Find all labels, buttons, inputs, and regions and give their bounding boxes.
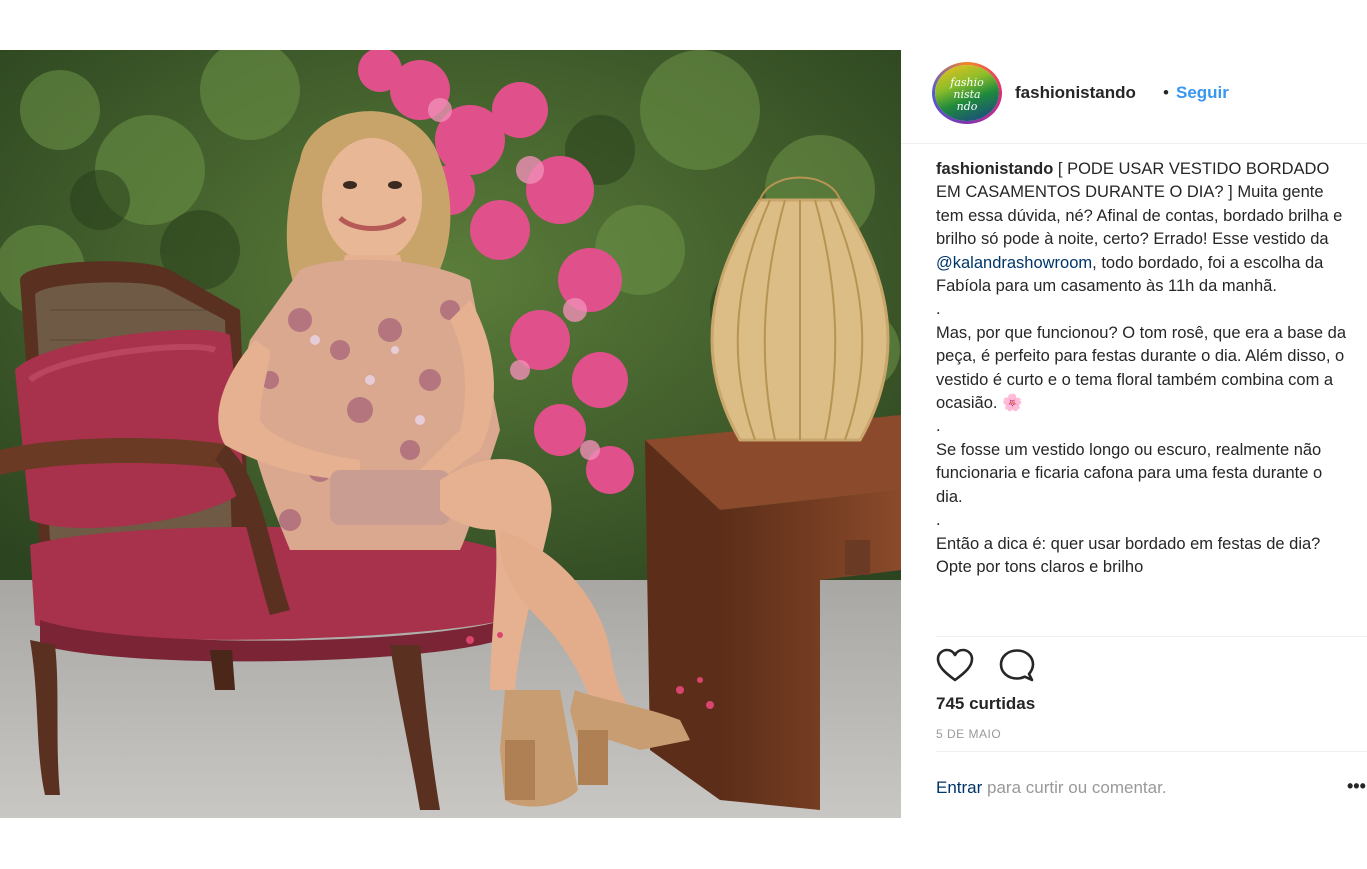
post-header: fashio nista ndo fashionistando • Seguir [901, 50, 1367, 144]
heart-icon[interactable] [936, 648, 974, 684]
caption-separator-3: . [936, 511, 941, 530]
caption-username[interactable]: fashionistando [936, 160, 1053, 178]
caption-separator-2: . [936, 417, 941, 436]
post-photo-illustration [0, 50, 901, 818]
avatar-logo-line-1: fashio [950, 76, 984, 89]
login-prompt: Entrar para curtir ou comentar. [936, 778, 1167, 798]
post-date[interactable]: 5 DE MAIO [936, 727, 1001, 741]
caption-text-2: Mas, por que funcionou? O tom rosê, que … [936, 323, 1346, 413]
caption-paragraph-2: Mas, por que funcionou? O tom rosê, que … [936, 322, 1346, 416]
follow-button[interactable]: Seguir [1176, 83, 1229, 103]
likes-count[interactable]: 745 curtidas [936, 694, 1035, 714]
caption-separator-1: . [936, 300, 941, 319]
avatar-logo-line-3: ndo [956, 100, 978, 113]
instagram-post: fashio nista ndo fashionistando • Seguir… [0, 50, 1367, 818]
flower-emoji-icon: 🌸 [1002, 394, 1023, 413]
divider [936, 751, 1367, 752]
more-options-icon[interactable]: ••• [1347, 776, 1367, 796]
post-caption: fashionistando [ PODE USAR VESTIDO BORDA… [936, 158, 1346, 636]
login-link[interactable]: Entrar [936, 778, 982, 797]
header-username[interactable]: fashionistando [1015, 83, 1136, 103]
caption-paragraph-4: Então a dica é: quer usar bordado em fes… [936, 534, 1321, 576]
caption-paragraph-3: Se fosse um vestido longo ou escuro, rea… [936, 440, 1323, 506]
header-separator: • [1163, 83, 1169, 102]
caption-mention-link[interactable]: @kalandrashowroom [936, 254, 1092, 272]
post-sidebar: fashio nista ndo fashionistando • Seguir… [901, 50, 1367, 818]
fashionistando-logo-icon: fashio nista ndo [935, 65, 999, 121]
avatar[interactable]: fashio nista ndo [932, 62, 1002, 124]
avatar-logo-line-2: nista [953, 88, 981, 101]
caption-paragraph-1: fashionistando [ PODE USAR VESTIDO BORDA… [936, 158, 1346, 298]
divider [936, 636, 1367, 637]
post-photo[interactable] [0, 50, 901, 818]
comment-icon[interactable] [998, 648, 1036, 684]
login-prompt-text: para curtir ou comentar. [982, 778, 1167, 797]
